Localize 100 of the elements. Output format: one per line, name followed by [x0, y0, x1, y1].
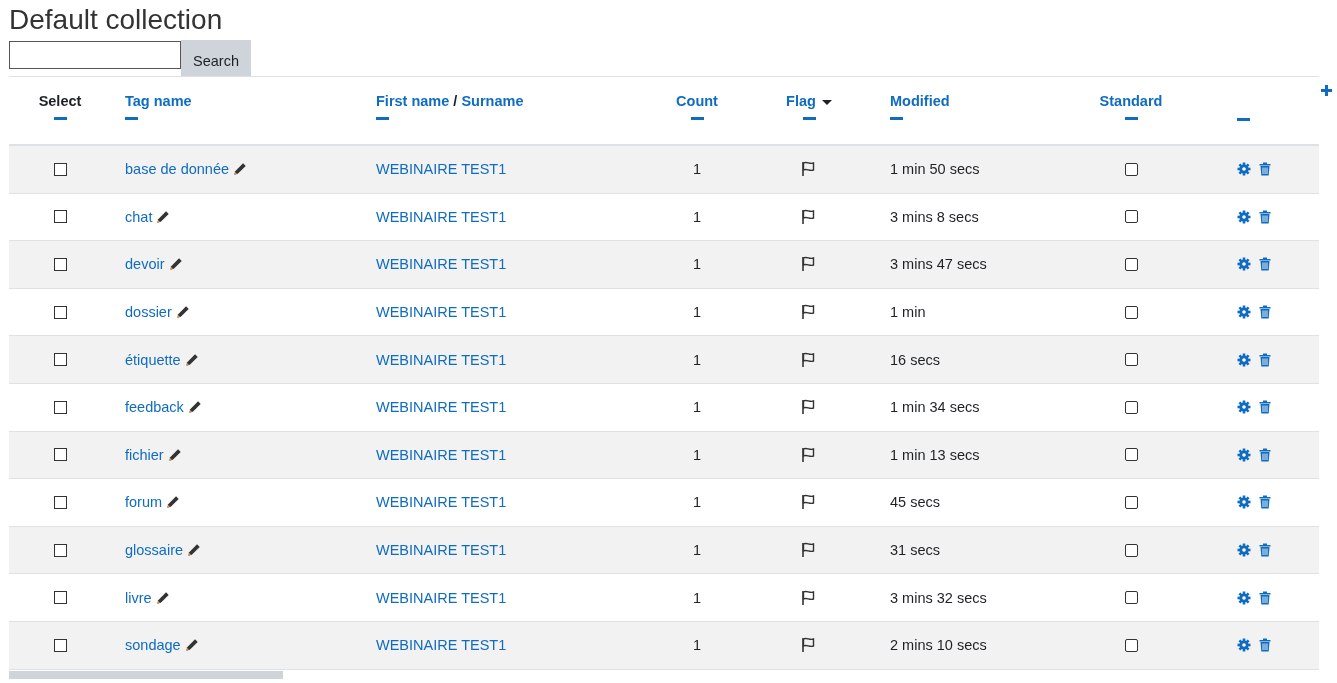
pencil-icon[interactable] [184, 352, 199, 367]
pencil-icon[interactable] [233, 162, 247, 177]
delete-icon[interactable] [1259, 162, 1271, 177]
owner-link[interactable]: WEBINAIRE TEST1 [376, 399, 507, 416]
settings-icon[interactable] [1237, 257, 1251, 272]
collapse-icon[interactable] [1124, 117, 1138, 120]
owner-link[interactable]: WEBINAIRE TEST1 [376, 542, 507, 559]
column-header-link[interactable]: Count [676, 93, 718, 109]
tag-link[interactable]: dossier [125, 304, 172, 321]
delete-icon[interactable] [1259, 305, 1271, 320]
standard-checkbox[interactable] [1124, 353, 1138, 367]
owner-link[interactable]: WEBINAIRE TEST1 [376, 494, 507, 511]
standard-checkbox[interactable] [1124, 448, 1138, 462]
owner-link[interactable]: WEBINAIRE TEST1 [376, 351, 507, 368]
pencil-icon[interactable] [166, 495, 181, 510]
sort-caret-icon[interactable] [821, 99, 832, 105]
collapse-icon[interactable] [690, 117, 704, 120]
tag-link[interactable]: forum [125, 494, 163, 511]
tag-link[interactable]: livre [125, 589, 152, 606]
search-button[interactable]: Search [181, 40, 251, 76]
standard-checkbox[interactable] [1124, 305, 1138, 319]
delete-icon[interactable] [1259, 590, 1271, 605]
select-checkbox[interactable] [53, 305, 67, 319]
settings-icon[interactable] [1237, 352, 1251, 367]
tag-link[interactable]: feedback [125, 399, 184, 416]
delete-icon[interactable] [1259, 638, 1271, 653]
settings-icon[interactable] [1237, 543, 1251, 558]
delete-icon[interactable] [1259, 209, 1271, 224]
select-checkbox[interactable] [53, 162, 67, 176]
select-checkbox[interactable] [53, 495, 67, 509]
count-text: 1 [692, 208, 702, 225]
column-header-link[interactable]: First name [376, 93, 450, 109]
select-checkbox[interactable] [53, 543, 67, 557]
standard-checkbox[interactable] [1124, 543, 1138, 557]
tag-link[interactable]: fichier [125, 446, 164, 463]
plus-icon[interactable] [1320, 84, 1333, 97]
select-checkbox[interactable] [53, 210, 67, 224]
search-field[interactable] [9, 41, 181, 69]
modified-time: 3 mins 32 secs [890, 589, 987, 606]
settings-icon[interactable] [1237, 209, 1251, 224]
pencil-icon[interactable] [187, 400, 202, 415]
pencil-icon[interactable] [175, 305, 190, 320]
owner-link[interactable]: WEBINAIRE TEST1 [376, 161, 507, 178]
settings-icon[interactable] [1237, 447, 1251, 462]
column-header-link[interactable]: Modified [890, 93, 950, 109]
delete-icon[interactable] [1259, 495, 1271, 510]
pencil-icon[interactable] [184, 638, 199, 653]
tag-link[interactable]: glossaire [125, 542, 184, 559]
count-text: 1 [692, 494, 702, 511]
pencil-icon[interactable] [168, 257, 183, 272]
select-checkbox[interactable] [53, 448, 67, 462]
tag-link[interactable]: étiquette [125, 351, 181, 368]
tag-link[interactable]: chat [125, 208, 153, 225]
pencil-icon[interactable] [156, 209, 171, 224]
collapse-icon[interactable] [802, 117, 816, 120]
pencil-icon[interactable] [155, 590, 170, 605]
settings-icon[interactable] [1237, 162, 1251, 177]
tag-link[interactable]: sondage [125, 637, 181, 654]
select-checkbox[interactable] [53, 258, 67, 271]
owner-link[interactable]: WEBINAIRE TEST1 [376, 589, 507, 606]
standard-checkbox[interactable] [1124, 258, 1138, 271]
delete-icon[interactable] [1259, 447, 1271, 462]
page-title: Default collection [9, 4, 224, 36]
modified-time: 1 min 34 secs [890, 399, 980, 416]
standard-checkbox[interactable] [1124, 591, 1138, 605]
column-header-link[interactable]: Flag [786, 93, 816, 109]
select-checkbox[interactable] [53, 353, 67, 367]
settings-icon[interactable] [1237, 305, 1251, 320]
column-header-link[interactable]: Tag name [125, 93, 192, 109]
tag-link[interactable]: devoir [125, 256, 165, 273]
standard-checkbox[interactable] [1124, 495, 1138, 509]
count-text: 1 [692, 637, 702, 654]
settings-icon[interactable] [1237, 590, 1251, 605]
owner-link[interactable]: WEBINAIRE TEST1 [376, 304, 507, 321]
standard-checkbox[interactable] [1124, 400, 1138, 414]
owner-link[interactable]: WEBINAIRE TEST1 [376, 446, 507, 463]
collapse-icon[interactable] [1236, 118, 1250, 121]
tag-link[interactable]: base de donnée [125, 161, 229, 178]
settings-icon[interactable] [1237, 400, 1251, 415]
column-header-link[interactable]: Surname [461, 93, 524, 109]
settings-icon[interactable] [1237, 495, 1251, 510]
standard-checkbox[interactable] [1124, 162, 1138, 176]
standard-checkbox[interactable] [1124, 210, 1138, 224]
owner-link[interactable]: WEBINAIRE TEST1 [376, 637, 507, 654]
owner-link[interactable]: WEBINAIRE TEST1 [376, 256, 507, 273]
select-checkbox[interactable] [53, 591, 67, 605]
collapse-icon[interactable] [53, 117, 67, 120]
modified-time: 3 mins 47 secs [890, 256, 987, 273]
column-header-link[interactable]: Standard [1099, 93, 1163, 109]
delete-icon[interactable] [1259, 543, 1271, 558]
owner-link[interactable]: WEBINAIRE TEST1 [376, 208, 507, 225]
select-checkbox[interactable] [53, 638, 67, 652]
delete-icon[interactable] [1259, 400, 1271, 415]
settings-icon[interactable] [1237, 638, 1251, 653]
select-checkbox[interactable] [53, 400, 67, 414]
delete-icon[interactable] [1259, 257, 1271, 272]
pencil-icon[interactable] [167, 447, 182, 462]
delete-icon[interactable] [1259, 352, 1271, 367]
standard-checkbox[interactable] [1124, 638, 1138, 652]
pencil-icon[interactable] [187, 543, 202, 558]
